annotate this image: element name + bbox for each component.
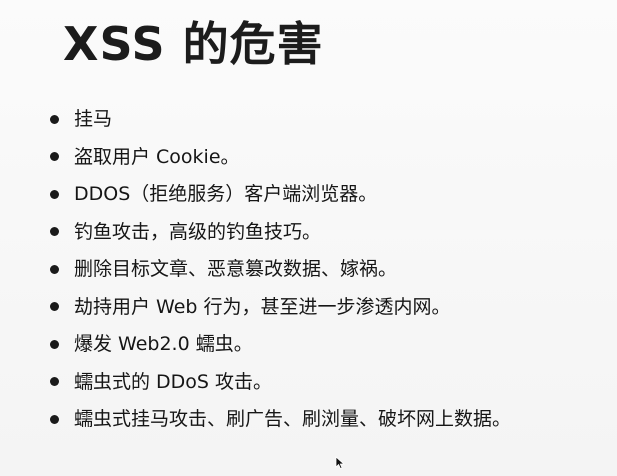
bullet-dot-icon — [50, 414, 59, 424]
bullet-text: 钓鱼攻击，高级的钓鱼技巧。 — [74, 220, 322, 243]
bullet-item: 蠕虫式的 DDoS 攻击。 — [48, 369, 588, 395]
bullet-dot-icon — [50, 114, 59, 124]
bullet-text: 盗取用户 Cookie。 — [74, 145, 240, 168]
bullet-item: 爆发 Web2.0 蠕虫。 — [48, 331, 588, 357]
bullet-text: DDOS（拒绝服务）客户端浏览器。 — [74, 183, 378, 205]
bullet-dot-icon — [50, 189, 59, 199]
bullet-item: 钓鱼攻击，高级的钓鱼技巧。 — [48, 219, 588, 245]
bullet-dot-icon — [50, 339, 59, 349]
bullet-item: 盗取用户 Cookie。 — [48, 144, 588, 170]
bullet-text: 蠕虫式的 DDoS 攻击。 — [74, 370, 273, 393]
bullet-list: 挂马 盗取用户 Cookie。 DDOS（拒绝服务）客户端浏览器。 钓鱼攻击，高… — [48, 106, 588, 432]
bullet-dot-icon — [50, 264, 59, 274]
bullet-text: 劫持用户 Web 行为，甚至进一步渗透内网。 — [74, 295, 451, 318]
bullet-dot-icon — [50, 227, 59, 236]
bullet-item: 劫持用户 Web 行为，甚至进一步渗透内网。 — [48, 294, 588, 320]
bullet-text: 蠕虫式挂马攻击、刷广告、刷浏量、破坏网上数据。 — [74, 408, 512, 430]
slide: XSS 的危害 挂马 盗取用户 Cookie。 DDOS（拒绝服务）客户端浏览器… — [0, 0, 617, 476]
bullet-item: 蠕虫式挂马攻击、刷广告、刷浏量、破坏网上数据。 — [48, 406, 588, 432]
bullet-dot-icon — [50, 152, 59, 161]
bullet-item: 删除目标文章、恶意篡改数据、嫁祸。 — [48, 256, 588, 282]
slide-title: XSS 的危害 — [63, 17, 324, 71]
bullet-item: 挂马 — [48, 106, 588, 132]
bullet-text: 爆发 Web2.0 蠕虫。 — [74, 333, 253, 355]
mouse-pointer-icon — [335, 456, 345, 470]
bullet-item: DDOS（拒绝服务）客户端浏览器。 — [48, 181, 588, 207]
bullet-text: 删除目标文章、恶意篡改数据、嫁祸。 — [74, 258, 398, 280]
bullet-dot-icon — [50, 302, 59, 311]
bullet-dot-icon — [50, 377, 59, 386]
bullet-text: 挂马 — [74, 108, 113, 130]
